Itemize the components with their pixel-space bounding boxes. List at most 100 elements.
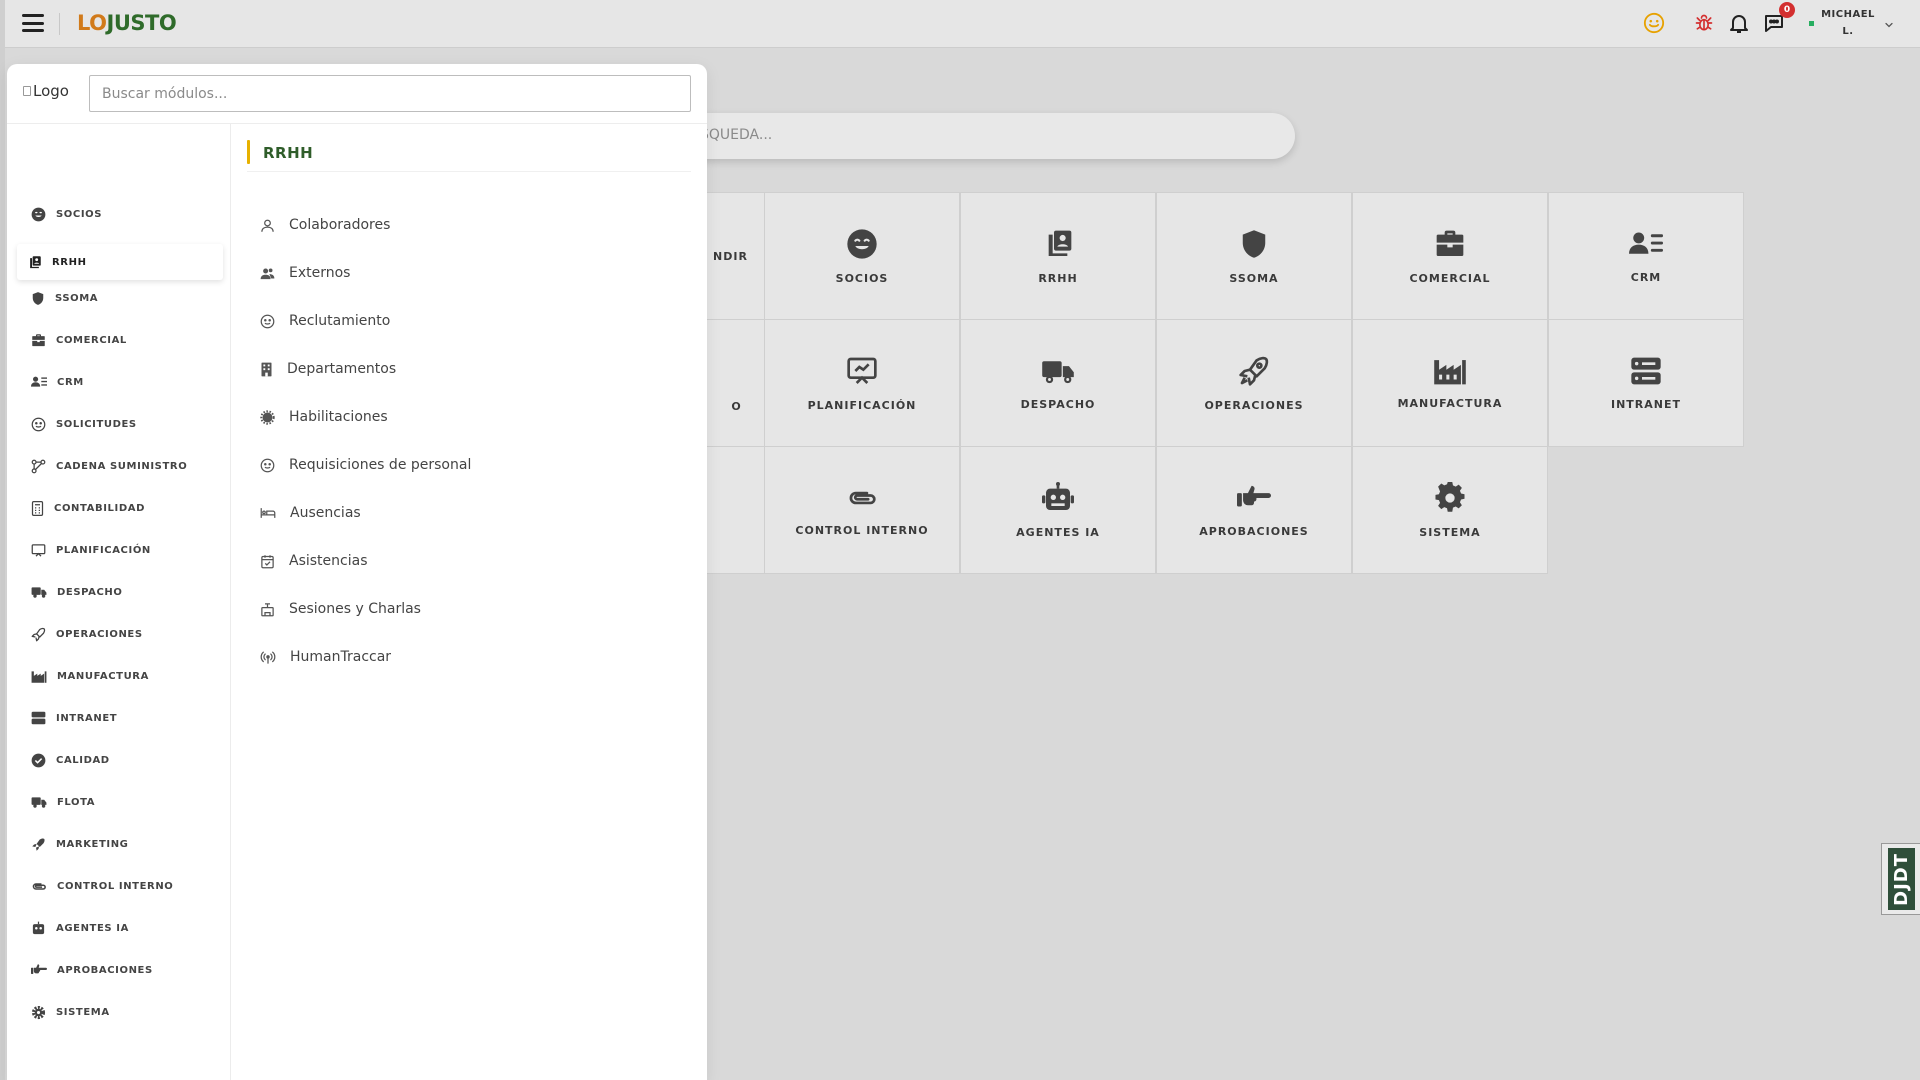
modules-grid: NDIR SOCIOS RRHH SSOMA COMERCIAL CRM O P… xyxy=(568,192,1745,1032)
sidebar-item-control-interno[interactable]: CONTROL INTERNO xyxy=(17,868,223,904)
menu-icon[interactable] xyxy=(22,14,44,32)
sidebar-item-solicitudes[interactable]: SOLICITUDES xyxy=(17,406,223,442)
module-tile-rrhh[interactable]: RRHH xyxy=(960,192,1156,320)
server-icon xyxy=(31,711,46,725)
module-tile-planificacion[interactable]: PLANIFICACIÓN xyxy=(764,319,960,447)
module-tile-intranet[interactable]: INTRANET xyxy=(1548,319,1744,447)
badge-icon xyxy=(260,409,275,425)
sidebar-item-planificacion[interactable]: PLANIFICACIÓN xyxy=(17,532,223,568)
hand-point-icon xyxy=(1237,485,1271,506)
sidebar-item-marketing[interactable]: MARKETING xyxy=(17,826,223,862)
briefcase-icon xyxy=(1436,230,1464,256)
submenu-item-humantraccar[interactable]: HumanTraccar xyxy=(260,643,391,671)
presentation-icon xyxy=(31,543,46,557)
background-search-bar[interactable]: SQUEDA... xyxy=(640,113,1295,159)
sidebar-item-ssoma[interactable]: SSOMA xyxy=(17,280,223,316)
rocket-icon xyxy=(32,837,45,851)
module-tile-aprobaciones[interactable]: APROBACIONES xyxy=(1156,446,1352,574)
sidebar-item-flota[interactable]: FLOTA xyxy=(17,784,223,820)
factory-icon xyxy=(1434,359,1466,384)
module-tile-control-interno[interactable]: CONTROL INTERNO xyxy=(764,446,960,574)
top-bar: LOJUSTO 0 MICHAEL L. xyxy=(5,0,1920,48)
user-list-icon xyxy=(31,376,47,387)
shield-icon xyxy=(32,291,44,305)
submenu-item-requisiciones[interactable]: Requisiciones de personal xyxy=(260,451,471,479)
rocket-icon xyxy=(1239,356,1269,386)
smile-icon xyxy=(31,207,46,221)
factory-icon xyxy=(31,670,47,683)
user-menu[interactable]: MICHAEL L. xyxy=(1817,6,1879,40)
submenu-item-sesiones-charlas[interactable]: Sesiones y Charlas xyxy=(260,595,421,623)
notification-badge: 0 xyxy=(1779,2,1795,18)
sidebar-item-socios[interactable]: SOCIOS xyxy=(17,196,223,232)
id-card-icon xyxy=(1048,230,1072,256)
smile-icon[interactable] xyxy=(1641,10,1667,36)
module-tile-ssoma[interactable]: SSOMA xyxy=(1156,192,1352,320)
module-tile-sistema[interactable]: SISTEMA xyxy=(1352,446,1548,574)
submodule-panel: RRHH Colaboradores Externos Reclutamient… xyxy=(231,124,707,1080)
calculator-icon xyxy=(31,500,44,516)
smile-outline-icon xyxy=(260,458,275,472)
divider xyxy=(59,13,60,35)
accent-bar xyxy=(247,140,250,164)
sidebar-item-crm[interactable]: CRM xyxy=(17,364,223,400)
sidebar-item-comercial[interactable]: COMERCIAL xyxy=(17,322,223,358)
building-icon xyxy=(261,362,272,376)
sidebar-item-rrhh[interactable]: RRHH xyxy=(17,244,223,280)
modules-menu-panel: Logo SOCIOS RRHH SSOMA COMERCIAL CRM SOL… xyxy=(7,64,707,1080)
bug-icon[interactable] xyxy=(1691,10,1717,36)
id-card-icon xyxy=(30,255,41,268)
module-tile-despacho[interactable]: DESPACHO xyxy=(960,319,1156,447)
submenu-item-departamentos[interactable]: Departamentos xyxy=(260,355,396,383)
module-tile-socios[interactable]: SOCIOS xyxy=(764,192,960,320)
gear-icon xyxy=(1435,481,1465,512)
sidebar-item-despacho[interactable]: DESPACHO xyxy=(17,574,223,610)
module-tile-crm[interactable]: CRM xyxy=(1548,192,1744,320)
smile-outline-icon xyxy=(260,314,275,328)
message-icon[interactable]: 0 xyxy=(1761,2,1795,36)
submenu-item-ausencias[interactable]: Ausencias xyxy=(260,499,361,527)
debug-toolbar-handle[interactable]: DJDT xyxy=(1881,843,1920,915)
shield-icon xyxy=(1242,229,1266,258)
sidebar-item-cadena-suministro[interactable]: CADENA SUMINISTRO xyxy=(17,448,223,484)
hand-point-icon xyxy=(31,964,47,974)
module-search-input[interactable] xyxy=(89,75,691,112)
sidebar-item-manufactura[interactable]: MANUFACTURA xyxy=(17,658,223,694)
user-list-icon xyxy=(1629,231,1663,254)
bell-icon[interactable] xyxy=(1726,10,1752,36)
submodule-header: RRHH xyxy=(247,140,691,172)
sidebar-item-intranet[interactable]: INTRANET xyxy=(17,700,223,736)
logo-image: Logo xyxy=(23,82,69,100)
gear-icon xyxy=(31,1005,46,1019)
sidebar-item-operaciones[interactable]: OPERACIONES xyxy=(17,616,223,652)
submenu-item-colaboradores[interactable]: Colaboradores xyxy=(260,211,390,239)
sidebar-item-sistema[interactable]: SISTEMA xyxy=(17,994,223,1030)
robot-icon xyxy=(32,921,45,934)
briefcase-icon xyxy=(32,333,45,346)
module-tile-manufactura[interactable]: MANUFACTURA xyxy=(1352,319,1548,447)
paperclip-icon xyxy=(32,882,46,890)
sidebar-item-calidad[interactable]: CALIDAD xyxy=(17,742,223,778)
module-tile-comercial[interactable]: COMERCIAL xyxy=(1352,192,1548,320)
presentation-icon xyxy=(847,357,877,384)
network-icon xyxy=(31,459,46,473)
submenu-item-externos[interactable]: Externos xyxy=(260,259,350,287)
calendar-check-icon xyxy=(261,554,274,568)
sidebar-item-contabilidad[interactable]: CONTABILIDAD xyxy=(17,490,223,526)
submenu-item-habilitaciones[interactable]: Habilitaciones xyxy=(260,403,388,431)
users-icon xyxy=(260,268,275,279)
submodule-title: RRHH xyxy=(263,144,314,162)
module-tile-agentes-ia[interactable]: AGENTES IA xyxy=(960,446,1156,574)
smile-icon xyxy=(847,228,877,259)
chevron-down-icon[interactable] xyxy=(1883,16,1895,35)
module-tile-operaciones[interactable]: OPERACIONES xyxy=(1156,319,1352,447)
sidebar-item-aprobaciones[interactable]: APROBACIONES xyxy=(17,952,223,988)
broadcast-icon xyxy=(260,651,276,664)
truck-icon xyxy=(1042,360,1074,383)
brand-logo[interactable]: LOJUSTO xyxy=(77,11,177,35)
submenu-item-asistencias[interactable]: Asistencias xyxy=(260,547,368,575)
bed-icon xyxy=(260,508,276,518)
truck-icon xyxy=(31,797,47,808)
submenu-item-reclutamiento[interactable]: Reclutamiento xyxy=(260,307,390,335)
sidebar-item-agentes-ia[interactable]: AGENTES IA xyxy=(17,910,223,946)
